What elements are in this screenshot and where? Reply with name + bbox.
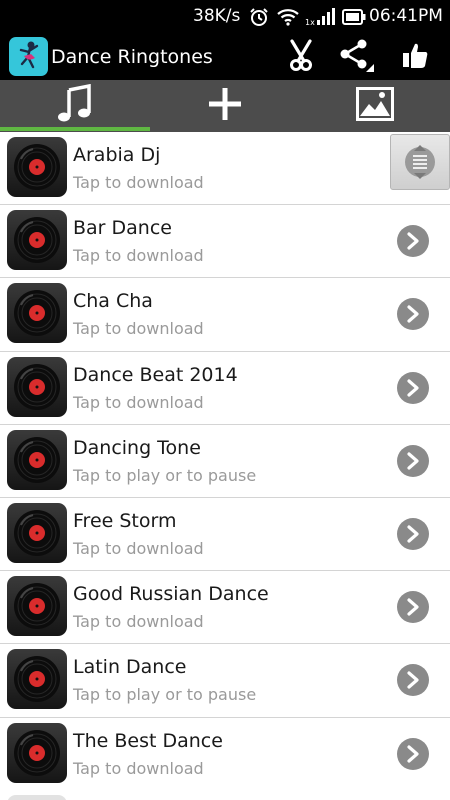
ringtone-title: Cha Cha	[73, 290, 153, 313]
picture-icon	[356, 87, 394, 125]
ringtone-list-item[interactable]: Arabia Dj Tap to download	[0, 132, 450, 206]
scissors-icon	[286, 39, 316, 75]
ringtone-list-item[interactable]: Bar Dance Tap to download	[0, 205, 450, 279]
app-title: Dance Ringtones	[51, 46, 213, 68]
vinyl-record-icon	[7, 722, 67, 783]
battery-icon	[342, 9, 366, 29]
ringtone-subtitle: Tap to download	[73, 758, 204, 778]
ringtone-list: Arabia Dj Tap to download Bar Dance Tap to …	[0, 132, 450, 791]
thumbs-up-icon	[401, 41, 429, 73]
ringtone-title: Dancing Tone	[73, 436, 201, 459]
share-button[interactable]	[336, 37, 376, 77]
vinyl-record-icon	[7, 356, 67, 417]
vinyl-record-icon	[7, 429, 67, 490]
chevron-right-icon[interactable]	[397, 664, 429, 697]
wifi-icon	[277, 8, 299, 30]
chevron-right-icon[interactable]	[397, 371, 429, 404]
ringtone-list-item[interactable]: The Best Dance Tap to download	[0, 717, 450, 791]
svg-text:1x: 1x	[305, 18, 315, 26]
tab-bar	[0, 80, 450, 132]
vinyl-record-icon	[7, 283, 67, 344]
ringtone-subtitle: Tap to download	[73, 319, 204, 339]
ringtone-title: The Best Dance	[73, 729, 223, 752]
status-bar: 38K/s 1x 06:41PM	[0, 0, 450, 34]
action-bar: Dance Ringtones	[0, 34, 450, 80]
chevron-right-icon[interactable]	[397, 591, 429, 624]
vinyl-record-icon	[7, 210, 67, 271]
music-note-icon	[55, 83, 95, 128]
tab-music[interactable]	[0, 80, 150, 132]
scroll-thumb-icon	[405, 145, 435, 179]
signal-icon: 1x	[305, 6, 339, 30]
ringtone-title: Arabia Dj	[73, 144, 161, 166]
ringtone-subtitle: Tap to download	[73, 246, 204, 266]
ringtone-title: Free Storm	[73, 509, 177, 532]
share-icon	[338, 38, 374, 76]
ringtone-list-item[interactable]: Good Russian Dance Tap to download	[0, 571, 450, 645]
chevron-right-icon[interactable]	[397, 444, 429, 477]
app-logo-icon	[9, 37, 48, 76]
thumbs-up-button[interactable]	[395, 37, 435, 77]
vinyl-record-icon	[7, 649, 67, 710]
scissors-button[interactable]	[281, 37, 321, 77]
network-speed: 38K/s	[193, 6, 241, 26]
ringtone-title: Dance Beat 2014	[73, 363, 238, 386]
chevron-right-icon[interactable]	[397, 225, 429, 258]
ringtone-list-item[interactable]: Dancing Tone Tap to play or to pause	[0, 424, 450, 498]
ringtone-title: Good Russian Dance	[73, 583, 269, 606]
ringtone-subtitle: Tap to play or to pause	[73, 465, 257, 485]
chevron-right-icon[interactable]	[397, 517, 429, 550]
ringtone-title: Bar Dance	[73, 217, 172, 240]
vinyl-record-icon	[7, 502, 67, 563]
fast-scroll-handle[interactable]	[390, 134, 450, 190]
ringtone-title: Latin Dance	[73, 656, 187, 679]
vinyl-record-icon	[7, 137, 67, 197]
ringtone-list-item[interactable]: Free Storm Tap to download	[0, 497, 450, 572]
tab-add[interactable]	[150, 80, 300, 132]
chevron-right-icon[interactable]	[397, 298, 429, 331]
clock: 06:41PM	[369, 6, 443, 26]
ringtone-list-item[interactable]: Cha Cha Tap to download	[0, 278, 450, 352]
ringtone-subtitle: Tap to download	[73, 392, 204, 412]
partial-list-item	[0, 790, 450, 800]
ringtone-subtitle: Tap to play or to pause	[73, 685, 257, 705]
tab-wallpaper[interactable]	[300, 80, 450, 132]
ringtone-subtitle: Tap to download	[73, 538, 204, 558]
selected-tab-indicator	[0, 127, 150, 131]
ringtone-list-item[interactable]: Dance Beat 2014 Tap to download	[0, 351, 450, 425]
alarm-icon	[249, 7, 269, 31]
vinyl-record-icon	[7, 576, 67, 637]
ringtone-list-item[interactable]: Latin Dance Tap to play or to pause	[0, 644, 450, 718]
plus-icon	[207, 86, 243, 126]
chevron-right-icon[interactable]	[397, 737, 429, 770]
ringtone-subtitle: Tap to download	[73, 173, 204, 192]
ringtone-subtitle: Tap to download	[73, 612, 204, 632]
